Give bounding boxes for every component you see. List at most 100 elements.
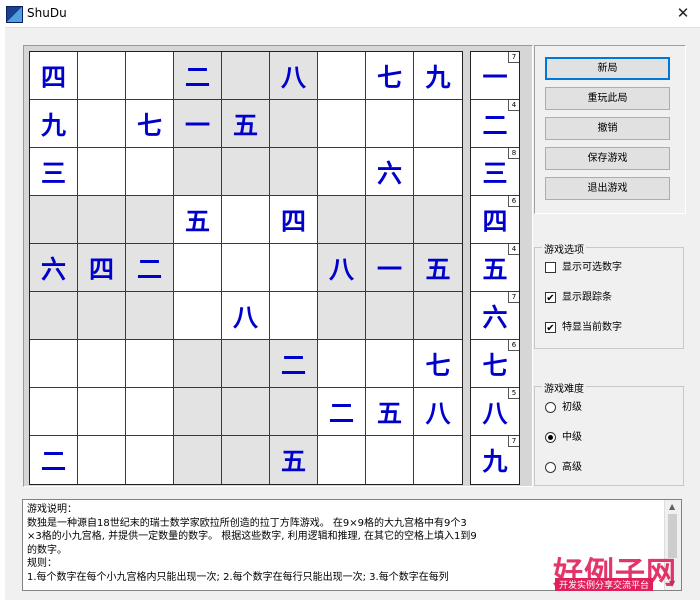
board-cell[interactable]: [318, 196, 366, 244]
board-cell[interactable]: [30, 196, 78, 244]
highlight-current-checkbox[interactable]: ✔: [545, 321, 556, 334]
board-cell[interactable]: [78, 340, 126, 388]
board-cell[interactable]: [414, 196, 462, 244]
medium-option[interactable]: 中级: [545, 431, 582, 445]
show-candidates-option[interactable]: 显示可选数字: [545, 261, 622, 275]
number-choice[interactable]: 四6: [471, 196, 519, 244]
close-button[interactable]: ✕: [666, 0, 700, 27]
hard-radio[interactable]: [545, 461, 556, 473]
board-cell[interactable]: [30, 388, 78, 436]
board-cell[interactable]: [270, 148, 318, 196]
exit-game-button[interactable]: 退出游戏: [545, 177, 670, 200]
board-cell[interactable]: [414, 148, 462, 196]
number-choice[interactable]: 三8: [471, 148, 519, 196]
number-choice[interactable]: 八5: [471, 388, 519, 436]
board-cell[interactable]: [126, 292, 174, 340]
board-cell[interactable]: 五: [222, 100, 270, 148]
number-choice[interactable]: 九7: [471, 436, 519, 484]
show-trace-option[interactable]: ✔ 显示跟踪条: [545, 291, 612, 305]
board-cell[interactable]: 四: [30, 52, 78, 100]
board-cell[interactable]: [222, 436, 270, 484]
board-cell[interactable]: 五: [366, 388, 414, 436]
number-choice[interactable]: 七6: [471, 340, 519, 388]
board-cell[interactable]: [30, 292, 78, 340]
board-cell[interactable]: [222, 340, 270, 388]
number-choice[interactable]: 二4: [471, 100, 519, 148]
board-cell[interactable]: [318, 148, 366, 196]
board-cell[interactable]: [318, 340, 366, 388]
board-cell[interactable]: [270, 100, 318, 148]
highlight-current-option[interactable]: ✔ 特显当前数字: [545, 321, 622, 335]
number-choice[interactable]: 一7: [471, 52, 519, 100]
board-cell[interactable]: [78, 52, 126, 100]
board-cell[interactable]: [318, 292, 366, 340]
board-cell[interactable]: 四: [270, 196, 318, 244]
board-cell[interactable]: 六: [30, 244, 78, 292]
undo-button[interactable]: 撤销: [545, 117, 670, 140]
board-cell[interactable]: [366, 436, 414, 484]
board-cell[interactable]: [174, 244, 222, 292]
board-cell[interactable]: 二: [270, 340, 318, 388]
board-cell[interactable]: 二: [174, 52, 222, 100]
board-cell[interactable]: [78, 388, 126, 436]
board-cell[interactable]: [318, 100, 366, 148]
board-cell[interactable]: [366, 196, 414, 244]
board-cell[interactable]: [414, 100, 462, 148]
board-cell[interactable]: [126, 52, 174, 100]
board-cell[interactable]: 二: [30, 436, 78, 484]
hard-option[interactable]: 高级: [545, 461, 582, 475]
board-cell[interactable]: 三: [30, 148, 78, 196]
easy-option[interactable]: 初级: [545, 401, 582, 415]
board-cell[interactable]: [78, 148, 126, 196]
board-cell[interactable]: [366, 100, 414, 148]
board-cell[interactable]: [174, 292, 222, 340]
board-cell[interactable]: 一: [366, 244, 414, 292]
board-cell[interactable]: [78, 292, 126, 340]
board-cell[interactable]: 一: [174, 100, 222, 148]
board-cell[interactable]: [366, 340, 414, 388]
board-cell[interactable]: [222, 52, 270, 100]
board-cell[interactable]: 五: [270, 436, 318, 484]
board-cell[interactable]: 二: [126, 244, 174, 292]
new-game-button[interactable]: 新局: [545, 57, 670, 80]
board-cell[interactable]: 八: [270, 52, 318, 100]
board-cell[interactable]: [174, 436, 222, 484]
board-cell[interactable]: 六: [366, 148, 414, 196]
board-cell[interactable]: [126, 388, 174, 436]
board-cell[interactable]: [270, 244, 318, 292]
board-cell[interactable]: [366, 292, 414, 340]
board-cell[interactable]: 七: [414, 340, 462, 388]
board-cell[interactable]: [222, 148, 270, 196]
board-cell[interactable]: 四: [78, 244, 126, 292]
scroll-up-icon[interactable]: ▲: [669, 502, 675, 511]
board-cell[interactable]: [414, 292, 462, 340]
board-cell[interactable]: [174, 388, 222, 436]
show-trace-checkbox[interactable]: ✔: [545, 291, 556, 304]
replay-button[interactable]: 重玩此局: [545, 87, 670, 110]
board-cell[interactable]: 二: [318, 388, 366, 436]
board-cell[interactable]: [126, 340, 174, 388]
board-cell[interactable]: [78, 100, 126, 148]
board-cell[interactable]: [126, 196, 174, 244]
medium-radio[interactable]: [545, 431, 556, 443]
board-cell[interactable]: 八: [222, 292, 270, 340]
number-choice[interactable]: 六7: [471, 292, 519, 340]
board-cell[interactable]: [318, 436, 366, 484]
board-cell[interactable]: [414, 436, 462, 484]
board-cell[interactable]: [270, 388, 318, 436]
board-cell[interactable]: [126, 436, 174, 484]
easy-radio[interactable]: [545, 401, 556, 413]
board-cell[interactable]: 五: [414, 244, 462, 292]
board-cell[interactable]: [174, 148, 222, 196]
board-cell[interactable]: [78, 196, 126, 244]
board-cell[interactable]: [222, 196, 270, 244]
board-cell[interactable]: [270, 292, 318, 340]
board-cell[interactable]: 九: [30, 100, 78, 148]
board-cell[interactable]: [126, 148, 174, 196]
board-cell[interactable]: [30, 340, 78, 388]
board-cell[interactable]: [174, 340, 222, 388]
board-cell[interactable]: 八: [414, 388, 462, 436]
board-cell[interactable]: 八: [318, 244, 366, 292]
board-cell[interactable]: [78, 436, 126, 484]
board-cell[interactable]: 七: [366, 52, 414, 100]
